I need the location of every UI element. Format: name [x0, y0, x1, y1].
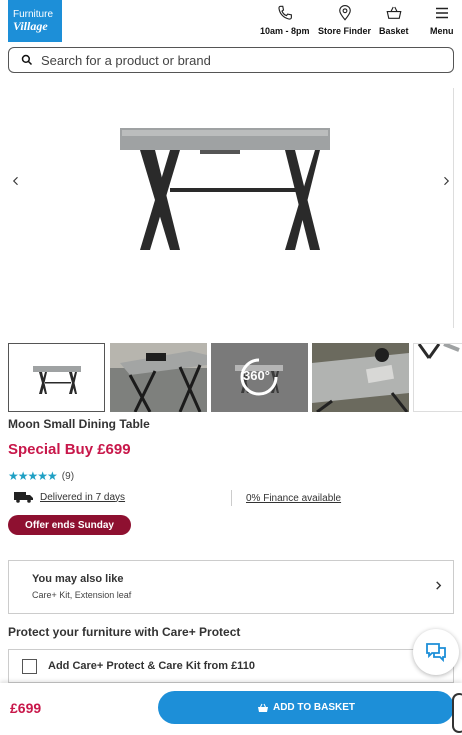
info-divider — [231, 490, 232, 506]
delivery-truck-icon — [14, 492, 33, 503]
protect-option[interactable]: Add Care+ Protect & Care Kit from £110 — [8, 649, 454, 683]
search-bar[interactable]: Search for a product or brand — [8, 47, 454, 73]
also-like-subtitle: Care+ Kit, Extension leaf — [32, 590, 132, 600]
finance-link[interactable]: 0% Finance available — [246, 493, 341, 504]
thumbnail-image — [312, 343, 409, 412]
basket-label: Basket — [379, 26, 409, 36]
basket-icon — [257, 703, 268, 712]
star-rating-icon: ★★★★★ — [8, 469, 58, 483]
chevron-left-icon — [12, 176, 18, 186]
gallery-edge — [453, 88, 454, 328]
protect-checkbox[interactable] — [22, 659, 37, 674]
gallery-next-arrow[interactable] — [438, 173, 454, 189]
thumbnail-detail-view[interactable] — [312, 343, 409, 412]
footer-edge — [452, 693, 462, 733]
opening-hours-link[interactable]: 10am - 8pm — [260, 4, 310, 36]
thumbnail-room-view[interactable] — [110, 343, 207, 412]
product-rating[interactable]: ★★★★★ (9) — [8, 469, 74, 483]
phone-icon — [278, 5, 292, 20]
thumbnail-image — [110, 343, 207, 412]
menu-button[interactable]: Menu — [430, 4, 454, 36]
product-gallery[interactable] — [0, 80, 462, 338]
chevron-right-icon — [434, 579, 443, 593]
protect-option-label: Add Care+ Protect & Care Kit from £110 — [48, 660, 255, 672]
thumbnail-strip: 360° — [8, 343, 462, 413]
add-to-basket-button[interactable]: ADD TO BASKET — [158, 691, 454, 724]
thumbnail-image — [417, 344, 460, 359]
store-finder-link[interactable]: Store Finder — [318, 4, 371, 36]
logo-line2: Village — [13, 19, 48, 33]
menu-icon — [435, 7, 448, 19]
product-price: Special Buy £699 — [8, 441, 131, 458]
store-finder-label: Store Finder — [318, 26, 372, 36]
chevron-right-icon — [444, 176, 450, 186]
review-count: (9) — [61, 470, 75, 482]
thumbnail-front-view[interactable] — [8, 343, 105, 412]
also-like-title: You may also like — [32, 573, 124, 585]
sticky-footer: £699 ADD TO BASKET — [0, 683, 462, 735]
protect-title: Protect your furniture with Care+ Protec… — [8, 625, 241, 639]
thumbnail-angle-view[interactable] — [413, 343, 462, 412]
delivery-link[interactable]: Delivered in 7 days — [14, 491, 125, 503]
basket-icon — [386, 6, 402, 19]
product-title: Moon Small Dining Table — [8, 417, 150, 431]
thumbnail-image — [33, 366, 81, 394]
add-to-basket-label: ADD TO BASKET — [272, 702, 356, 713]
location-pin-icon — [338, 5, 351, 21]
chat-bubble-icon — [426, 643, 446, 663]
chat-button[interactable] — [413, 629, 459, 675]
search-icon — [21, 54, 33, 66]
opening-hours-label: 10am - 8pm — [260, 26, 310, 36]
offer-badge: Offer ends Sunday — [8, 515, 131, 535]
basket-link[interactable]: Basket — [379, 4, 409, 36]
search-placeholder[interactable]: Search for a product or brand — [41, 53, 211, 68]
product-page: Furniture Village 10am - 8pm Store Finde… — [0, 0, 462, 735]
site-header: Furniture Village 10am - 8pm Store Finde… — [0, 0, 462, 44]
menu-label: Menu — [430, 26, 454, 36]
furniture-village-logo[interactable]: Furniture Village — [8, 0, 62, 42]
product-image — [120, 128, 330, 250]
badge-360: 360° — [243, 368, 270, 383]
footer-price: £699 — [10, 700, 42, 716]
thumbnail-360-view[interactable]: 360° — [211, 343, 308, 412]
delivery-text: Delivered in 7 days — [40, 491, 126, 503]
gallery-prev-arrow[interactable] — [8, 173, 24, 189]
also-like-panel[interactable]: You may also like Care+ Kit, Extension l… — [8, 560, 454, 614]
